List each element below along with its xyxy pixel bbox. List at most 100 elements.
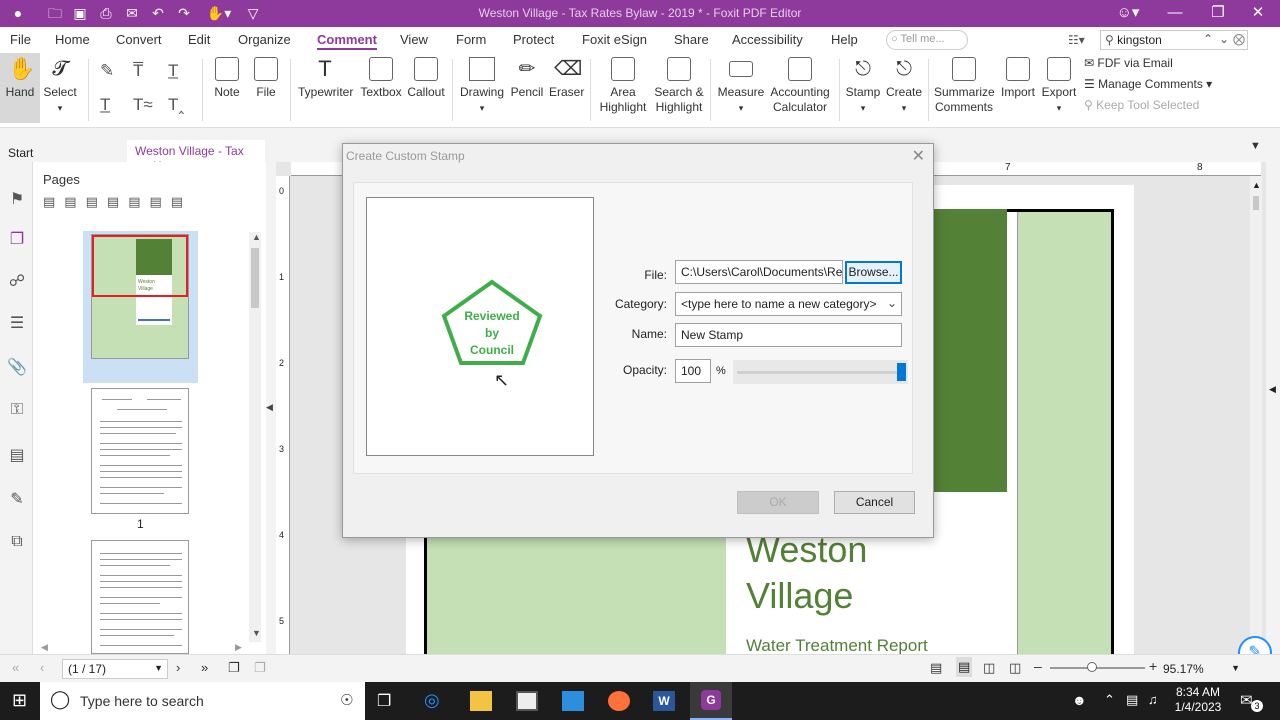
- collapse-panel-icon[interactable]: ◀: [266, 402, 273, 413]
- callout-button[interactable]: Callout: [406, 57, 446, 100]
- document-vscrollbar[interactable]: ▲: [1250, 176, 1262, 654]
- copy-page-view-icon[interactable]: ❐: [228, 660, 240, 676]
- extract-page-icon[interactable]: ▤: [107, 194, 128, 209]
- file-path-input[interactable]: C:\Users\Carol\Documents\Revi: [675, 260, 843, 284]
- menu-form[interactable]: Form: [456, 32, 486, 47]
- comments-icon[interactable]: ☍: [7, 272, 27, 292]
- find-input[interactable]: kingston: [1117, 33, 1162, 47]
- opacity-slider[interactable]: [733, 360, 908, 384]
- firefox-icon[interactable]: [608, 691, 630, 711]
- eraser-button[interactable]: ⌫ Eraser: [549, 57, 584, 100]
- edge-browser-icon[interactable]: ◎: [424, 690, 440, 711]
- hscroll-right-icon[interactable]: ▶: [235, 642, 242, 653]
- single-page-view-icon[interactable]: ▤: [930, 660, 942, 676]
- zoom-in-icon[interactable]: +: [1149, 658, 1157, 674]
- word-icon[interactable]: W: [653, 691, 675, 711]
- scroll-down-icon[interactable]: ▼: [252, 628, 261, 638]
- delete-page-icon[interactable]: ▤: [149, 194, 170, 209]
- compare-icon[interactable]: ⧉: [7, 532, 27, 552]
- thumbnail-page-1[interactable]: Weston Village: [91, 234, 189, 359]
- cancel-button[interactable]: Cancel: [834, 491, 915, 514]
- minimize-button[interactable]: —: [1160, 2, 1190, 24]
- bookmark-icon[interactable]: ⚑: [7, 190, 27, 210]
- zoom-slider-thumb[interactable]: [1087, 662, 1097, 672]
- highlight-icon[interactable]: ✎: [100, 61, 114, 81]
- insert-page-icon[interactable]: ▤: [43, 194, 64, 209]
- account-icon[interactable]: ☺▾: [1113, 2, 1143, 24]
- restore-button[interactable]: ❐: [1203, 2, 1233, 24]
- area-highlight-button[interactable]: Area Highlight: [598, 57, 648, 115]
- squiggly-icon[interactable]: T̲: [100, 95, 110, 115]
- summarize-comments-button[interactable]: Summarize Comments: [934, 57, 995, 115]
- page-properties-icon[interactable]: ▤: [171, 194, 192, 209]
- stamp-button[interactable]: ⎋ Stamp ▾: [845, 57, 881, 116]
- thumbnail-page-3[interactable]: [91, 540, 189, 654]
- clear-search-icon[interactable]: ⨂: [1233, 32, 1245, 46]
- select-button[interactable]: 𝓣 Select ▾: [42, 57, 78, 116]
- last-page-icon[interactable]: »: [201, 660, 208, 675]
- menu-edit[interactable]: Edit: [188, 32, 210, 47]
- page-dropdown-icon[interactable]: ▼: [154, 663, 163, 673]
- textbox-button[interactable]: Textbox: [360, 57, 402, 100]
- zoom-dropdown-icon[interactable]: ▼: [1231, 663, 1240, 673]
- right-panel-collapse[interactable]: ◀: [1266, 162, 1280, 654]
- attachment-icon[interactable]: 📎: [7, 358, 27, 378]
- underline-icon[interactable]: T̲: [168, 61, 178, 81]
- continuous-facing-view-icon[interactable]: ◫: [1009, 660, 1021, 676]
- tell-me-box[interactable]: ○ Tell me...: [886, 30, 968, 50]
- measure-button[interactable]: Measure ▾: [716, 57, 766, 116]
- next-page-icon[interactable]: ›: [176, 660, 180, 675]
- zoom-out-icon[interactable]: –: [1034, 658, 1042, 674]
- thumbnail-page-2[interactable]: [91, 388, 189, 514]
- close-window-button[interactable]: ✕: [1243, 2, 1273, 24]
- menu-file[interactable]: File: [10, 32, 31, 47]
- stamp-name-input[interactable]: New Stamp: [675, 323, 902, 347]
- people-icon[interactable]: ☻: [1072, 692, 1087, 708]
- document-properties-icon[interactable]: ▤: [7, 446, 27, 466]
- file-attach-button[interactable]: File: [252, 57, 280, 100]
- find-previous-icon[interactable]: ⌃: [1203, 32, 1213, 46]
- create-stamp-button[interactable]: ⎋ Create ▾: [886, 57, 922, 116]
- search-highlight-button[interactable]: Search & Highlight: [654, 57, 704, 115]
- security-lock-icon[interactable]: ⚿: [7, 400, 27, 420]
- find-next-icon[interactable]: ⌄: [1219, 32, 1229, 46]
- pages-icon[interactable]: ❐: [7, 230, 27, 250]
- page-zoom-icon[interactable]: ▤: [64, 194, 85, 209]
- menu-convert[interactable]: Convert: [116, 32, 162, 47]
- volume-icon[interactable]: ♫: [1148, 692, 1158, 707]
- windows-start-icon[interactable]: ⊞: [12, 690, 27, 711]
- fdf-via-email-button[interactable]: ✉ FDF via Email: [1084, 56, 1173, 70]
- microphone-icon[interactable]: ☉: [340, 691, 353, 709]
- signature-icon[interactable]: ✎: [7, 490, 27, 510]
- hscroll-left-icon[interactable]: ◀: [41, 642, 48, 653]
- insert-text-icon[interactable]: T‸: [168, 95, 184, 115]
- hand-button[interactable]: ✋ Hand: [0, 53, 40, 123]
- fit-view-icon[interactable]: ❐: [254, 660, 266, 676]
- rotate-page-icon[interactable]: ▤: [86, 194, 107, 209]
- ok-button[interactable]: OK: [737, 491, 819, 514]
- menu-help[interactable]: Help: [831, 32, 858, 47]
- menu-home[interactable]: Home: [55, 32, 90, 47]
- zoom-level-field[interactable]: 95.17% ▼: [1160, 659, 1240, 679]
- previous-page-icon[interactable]: ‹: [40, 660, 44, 675]
- category-select[interactable]: <type here to name a new category> ⌄: [675, 292, 902, 316]
- browse-button[interactable]: Browse...: [845, 261, 902, 284]
- file-explorer-icon[interactable]: [470, 691, 492, 711]
- foxit-taskbar-button[interactable]: G: [690, 682, 732, 720]
- layers-icon[interactable]: ☰: [7, 314, 27, 334]
- show-hidden-icons[interactable]: ⌃: [1104, 692, 1115, 708]
- facing-view-icon[interactable]: ◫: [983, 660, 995, 676]
- page-number-field[interactable]: (1 / 17) ▼: [62, 659, 168, 679]
- menu-protect[interactable]: Protect: [513, 32, 554, 47]
- menu-foxit-esign[interactable]: Foxit eSign: [582, 32, 647, 47]
- manage-comments-button[interactable]: ☰ Manage Comments ▾: [1084, 77, 1212, 91]
- strikeout-icon[interactable]: T̅: [133, 61, 143, 81]
- menu-accessibility[interactable]: Accessibility: [732, 32, 803, 47]
- mail-icon[interactable]: [562, 691, 584, 711]
- replace-text-icon[interactable]: T≈: [133, 95, 153, 115]
- pencil-button[interactable]: ✏ Pencil: [510, 57, 544, 100]
- tab-list-dropdown-icon[interactable]: ▼: [1250, 140, 1261, 152]
- typewriter-button[interactable]: T Typewriter: [298, 57, 353, 100]
- opacity-slider-thumb[interactable]: [897, 363, 906, 381]
- opacity-input[interactable]: 100: [675, 359, 711, 383]
